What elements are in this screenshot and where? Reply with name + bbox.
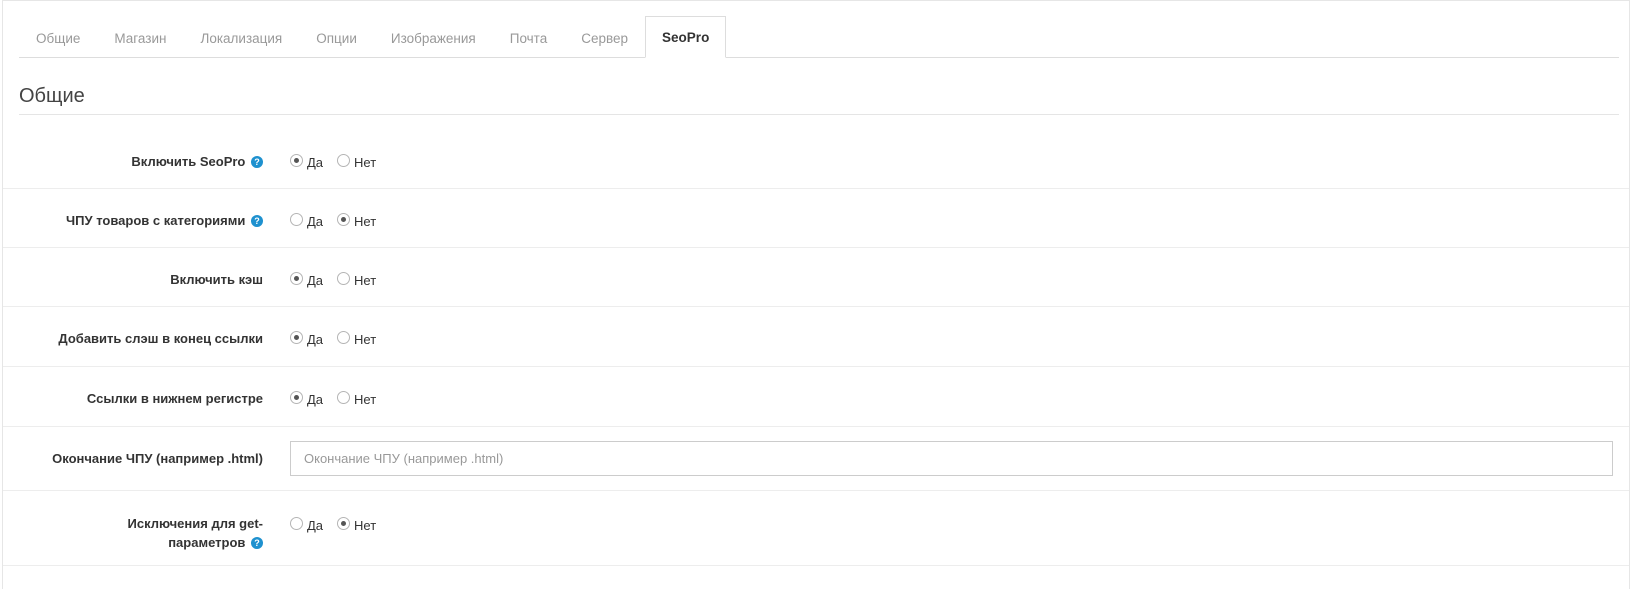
radio-dot[interactable] bbox=[290, 517, 303, 530]
setting-label: Ссылки в нижнем регистре bbox=[3, 389, 263, 408]
settings-tabs: Общие Магазин Локализация Опции Изображе… bbox=[19, 16, 1619, 58]
setting-label: Включить SeoPro ? bbox=[3, 152, 263, 171]
setting-label: Включить кэш bbox=[3, 270, 263, 289]
radio-label-yes: Да bbox=[307, 518, 324, 533]
setting-row-lowercase-links: Ссылки в нижнем регистре Да Нет bbox=[3, 367, 1629, 427]
setting-row-trailing-slash: Добавить слэш в конец ссылки Да Нет bbox=[3, 307, 1629, 367]
setting-label: Добавить слэш в конец ссылки bbox=[3, 329, 263, 348]
radio-label-no: Нет bbox=[354, 155, 377, 170]
radio-dot-checked[interactable] bbox=[290, 331, 303, 344]
tab-server[interactable]: Сервер bbox=[564, 17, 645, 58]
tab-localization[interactable]: Локализация bbox=[183, 17, 299, 58]
tab-seopro[interactable]: SeoPro bbox=[645, 16, 727, 58]
radio-label-yes: Да bbox=[307, 392, 324, 407]
radio-label-no: Нет bbox=[354, 273, 377, 288]
setting-label-text: Включить SeoPro bbox=[131, 154, 246, 169]
setting-row-product-url-categories: ЧПУ товаров с категориями ? Да Нет bbox=[3, 189, 1629, 248]
radio-no[interactable]: Нет bbox=[337, 517, 377, 533]
radio-group: Да Нет bbox=[290, 272, 390, 288]
radio-dot[interactable] bbox=[337, 272, 351, 285]
radio-no[interactable]: Нет bbox=[337, 213, 377, 229]
tab-store[interactable]: Магазин bbox=[97, 17, 183, 58]
radio-group: Да Нет bbox=[290, 154, 390, 170]
radio-dot[interactable] bbox=[337, 391, 351, 404]
radio-no[interactable]: Нет bbox=[337, 272, 377, 288]
setting-label-text: Окончание ЧПУ (например .html) bbox=[52, 451, 263, 466]
radio-dot-checked[interactable] bbox=[290, 154, 303, 167]
radio-dot[interactable] bbox=[290, 213, 303, 226]
radio-dot-checked[interactable] bbox=[337, 213, 351, 226]
setting-label-text: Ссылки в нижнем регистре bbox=[86, 391, 263, 406]
setting-label-text-line1: Исключения для get- bbox=[127, 516, 263, 531]
setting-row-get-exceptions: Исключения для get- параметров ? Да Нет bbox=[3, 491, 1629, 566]
radio-dot-checked[interactable] bbox=[290, 391, 303, 404]
setting-row-enable-cache: Включить кэш Да Нет bbox=[3, 248, 1629, 307]
tab-options[interactable]: Опции bbox=[299, 17, 374, 58]
setting-label-text: Включить кэш bbox=[170, 272, 263, 287]
radio-label-no: Нет bbox=[354, 392, 377, 407]
radio-group: Да Нет bbox=[290, 517, 390, 533]
settings-panel: Общие Магазин Локализация Опции Изображе… bbox=[2, 0, 1630, 589]
radio-dot[interactable] bbox=[337, 154, 351, 167]
radio-label-no: Нет bbox=[354, 214, 377, 229]
radio-yes[interactable]: Да bbox=[290, 154, 324, 170]
radio-label-yes: Да bbox=[307, 273, 324, 288]
radio-dot-checked[interactable] bbox=[337, 517, 351, 530]
setting-label-text: ЧПУ товаров с категориями bbox=[66, 213, 246, 228]
url-postfix-input[interactable] bbox=[290, 441, 1613, 476]
radio-yes[interactable]: Да bbox=[290, 391, 324, 407]
radio-label-no: Нет bbox=[354, 518, 377, 533]
radio-label-yes: Да bbox=[307, 214, 324, 229]
radio-group: Да Нет bbox=[290, 391, 390, 407]
setting-row-enable-seopro: Включить SeoPro ? Да Нет bbox=[3, 133, 1629, 189]
help-icon[interactable]: ? bbox=[251, 537, 263, 549]
radio-no[interactable]: Нет bbox=[337, 331, 377, 347]
setting-row-url-postfix: Окончание ЧПУ (например .html) bbox=[3, 427, 1629, 491]
setting-label: Исключения для get- параметров ? bbox=[3, 514, 263, 552]
setting-label: ЧПУ товаров с категориями ? bbox=[3, 211, 263, 230]
radio-yes[interactable]: Да bbox=[290, 272, 324, 288]
radio-label-no: Нет bbox=[354, 332, 377, 347]
radio-label-yes: Да bbox=[307, 332, 324, 347]
help-icon[interactable]: ? bbox=[251, 215, 263, 227]
radio-no[interactable]: Нет bbox=[337, 391, 377, 407]
radio-dot-checked[interactable] bbox=[290, 272, 303, 285]
section-title: Общие bbox=[19, 81, 1619, 115]
setting-label-text: Добавить слэш в конец ссылки bbox=[58, 331, 263, 346]
radio-dot[interactable] bbox=[337, 331, 351, 344]
radio-yes[interactable]: Да bbox=[290, 213, 324, 229]
radio-group: Да Нет bbox=[290, 213, 390, 229]
radio-label-yes: Да bbox=[307, 155, 324, 170]
setting-label-text-line2: параметров bbox=[168, 535, 246, 550]
radio-group: Да Нет bbox=[290, 331, 390, 347]
help-icon[interactable]: ? bbox=[251, 156, 263, 168]
setting-label: Окончание ЧПУ (например .html) bbox=[3, 449, 263, 468]
tab-images[interactable]: Изображения bbox=[374, 17, 493, 58]
settings-form: Включить SeoPro ? Да Нет ЧПУ товаров с к… bbox=[3, 133, 1629, 566]
tab-general[interactable]: Общие bbox=[19, 17, 97, 58]
radio-yes[interactable]: Да bbox=[290, 517, 324, 533]
radio-no[interactable]: Нет bbox=[337, 154, 377, 170]
radio-yes[interactable]: Да bbox=[290, 331, 324, 347]
tab-mail[interactable]: Почта bbox=[493, 17, 565, 58]
